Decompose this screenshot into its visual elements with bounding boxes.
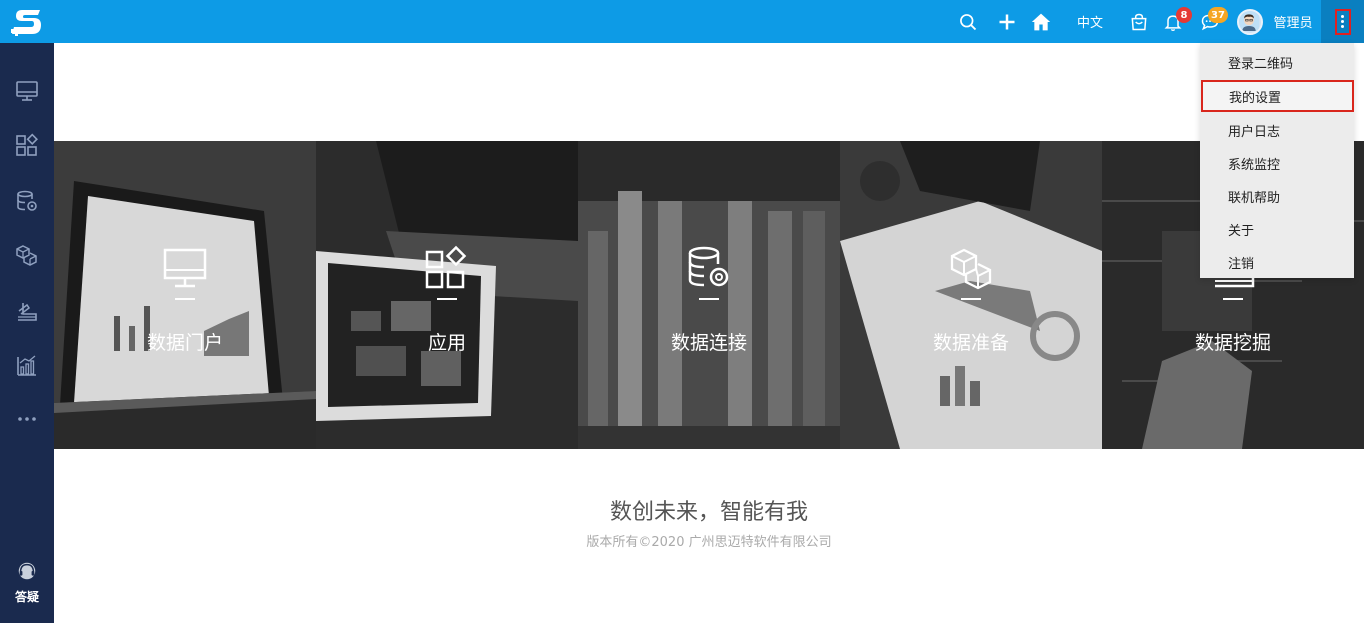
menu-item-login-qrcode[interactable]: 登录二维码 bbox=[1200, 46, 1354, 78]
menu-item-my-settings[interactable]: 我的设置 bbox=[1201, 80, 1354, 112]
tile-label: 数据连接 bbox=[670, 332, 747, 354]
more-vertical-icon bbox=[1334, 8, 1351, 35]
plus-icon bbox=[999, 14, 1015, 29]
tile-apps[interactable]: 应用 bbox=[316, 141, 578, 449]
sidebar-item-portal[interactable] bbox=[0, 76, 54, 106]
tile-divider bbox=[1223, 298, 1243, 300]
mining-icon bbox=[18, 303, 37, 321]
tile-data-prep[interactable]: 数据准备 bbox=[840, 141, 1102, 449]
tile-content: 数据准备 bbox=[840, 244, 1102, 355]
sidebar-item-data-prep[interactable] bbox=[0, 240, 54, 270]
tile-content: 数据门户 bbox=[54, 244, 316, 355]
sidebar-item-data-connection[interactable] bbox=[0, 186, 54, 216]
cubes-icon bbox=[950, 248, 992, 290]
menu-item-system-monitor[interactable]: 系统监控 bbox=[1200, 147, 1354, 179]
bar-chart-icon bbox=[17, 355, 36, 376]
slogan: 数创未来，智能有我 bbox=[609, 500, 808, 525]
store-button[interactable] bbox=[1128, 0, 1150, 43]
monitor-icon bbox=[16, 81, 38, 101]
tile-data-portal[interactable]: 数据门户 bbox=[54, 141, 316, 449]
tile-content: 数据连接 bbox=[578, 244, 840, 355]
help-button[interactable]: 答疑 bbox=[0, 560, 54, 605]
notification-badge: 8 bbox=[1176, 7, 1192, 23]
tile-divider bbox=[437, 298, 457, 300]
copyright: 版本所有©2020 广州思迈特软件有限公司 bbox=[586, 535, 832, 550]
menu-item-about[interactable]: 关于 bbox=[1200, 213, 1354, 245]
sidebar-item-analysis[interactable] bbox=[0, 351, 54, 381]
shopping-bag-icon bbox=[1131, 13, 1147, 30]
more-menu-button[interactable] bbox=[1321, 0, 1364, 43]
help-label: 答疑 bbox=[14, 590, 39, 604]
home-button[interactable] bbox=[1029, 0, 1053, 43]
monitor-icon bbox=[163, 248, 207, 288]
tile-divider bbox=[699, 298, 719, 300]
apps-icon bbox=[425, 245, 467, 289]
database-gear-icon bbox=[688, 246, 729, 287]
module-banner: 数据门户 应用 数据连接 数据准备 数据挖掘 bbox=[54, 141, 1364, 449]
tile-label: 数据挖掘 bbox=[1194, 332, 1271, 354]
menu-item-logout[interactable]: 注销 bbox=[1200, 246, 1354, 278]
sidebar-item-data-mining[interactable] bbox=[0, 296, 54, 326]
search-button[interactable] bbox=[956, 0, 980, 43]
menu-item-user-log[interactable]: 用户日志 bbox=[1200, 114, 1354, 146]
home-icon bbox=[1031, 13, 1051, 30]
tile-label: 应用 bbox=[427, 332, 466, 354]
sidebar: 答疑 bbox=[0, 0, 54, 623]
tile-label: 数据门户 bbox=[146, 332, 223, 354]
more-horizontal-icon bbox=[18, 417, 36, 421]
tile-label: 数据准备 bbox=[932, 332, 1009, 354]
headset-icon bbox=[18, 562, 36, 580]
language-switch[interactable]: 中文 bbox=[1072, 0, 1108, 43]
search-icon bbox=[960, 13, 977, 30]
message-badge: 37 bbox=[1208, 7, 1228, 23]
avatar bbox=[1237, 8, 1263, 35]
sidebar-item-more[interactable] bbox=[0, 404, 54, 434]
language-label: 中文 bbox=[1076, 16, 1103, 31]
cubes-icon bbox=[16, 245, 37, 266]
top-bar: 中文 8 37 管理员 bbox=[54, 0, 1364, 43]
user-name-link[interactable]: 管理员 bbox=[1270, 0, 1316, 43]
menu-item-online-help[interactable]: 联机帮助 bbox=[1200, 180, 1354, 212]
add-button[interactable] bbox=[995, 0, 1019, 43]
user-dropdown-menu: 登录二维码 我的设置 用户日志 系统监控 联机帮助 关于 注销 bbox=[1200, 43, 1354, 278]
apps-icon bbox=[16, 133, 38, 156]
tile-data-connection[interactable]: 数据连接 bbox=[578, 141, 840, 449]
tile-divider bbox=[175, 298, 195, 300]
database-gear-icon bbox=[17, 190, 37, 211]
tile-divider bbox=[961, 298, 981, 300]
tile-content: 应用 bbox=[316, 244, 578, 355]
user-name: 管理员 bbox=[1273, 16, 1313, 31]
user-face-icon bbox=[1239, 10, 1259, 31]
user-avatar[interactable] bbox=[1235, 0, 1265, 43]
app-logo[interactable] bbox=[0, 0, 54, 43]
sidebar-item-apps[interactable] bbox=[0, 130, 54, 160]
smartbi-logo-icon bbox=[11, 9, 41, 36]
